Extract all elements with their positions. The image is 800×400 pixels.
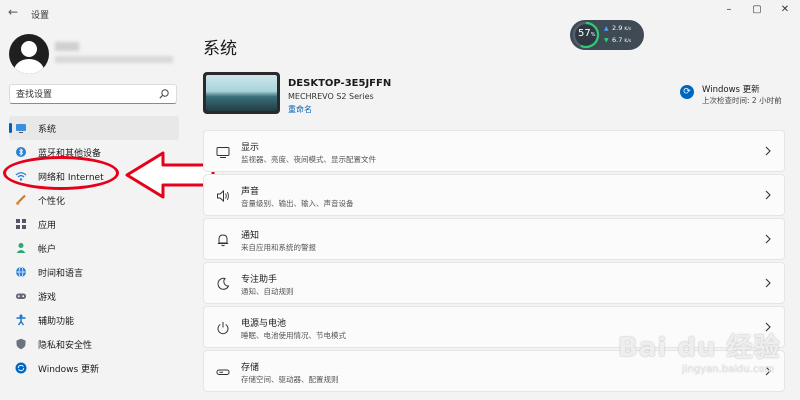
close-button[interactable]: ✕: [778, 4, 792, 16]
globe-icon: [16, 266, 26, 278]
sidebar-item-windows-update[interactable]: Windows 更新: [9, 356, 179, 380]
apps-icon: [16, 219, 26, 229]
bell-icon: [217, 234, 229, 247]
device-thumbnail: [203, 72, 280, 114]
minimize-button[interactable]: –: [722, 4, 736, 16]
annotation-arrow: [125, 151, 215, 199]
display-icon: [216, 147, 230, 158]
card-notifications[interactable]: 通知 来自应用和系统的警报: [203, 218, 785, 260]
sidebar-item-privacy[interactable]: 隐私和安全性: [9, 332, 179, 356]
chevron-right-icon: [765, 190, 771, 200]
user-name-redacted: [55, 42, 79, 51]
sidebar-item-system[interactable]: 系统: [9, 116, 179, 140]
monitor-icon: [16, 124, 26, 133]
search-icon[interactable]: [158, 88, 170, 100]
bluetooth-icon: [16, 147, 26, 157]
chevron-right-icon: [765, 234, 771, 244]
brush-icon: [16, 194, 26, 205]
card-focus-assist[interactable]: 专注助手 通知、自动规则: [203, 262, 785, 304]
back-arrow-icon[interactable]: ←: [8, 6, 20, 18]
maximize-button[interactable]: ▢: [750, 4, 764, 16]
storage-icon: [216, 369, 230, 375]
avatar[interactable]: [9, 34, 49, 74]
rename-link[interactable]: 重命名: [288, 104, 312, 115]
download-speed: ▼ 6.7 K/s: [604, 36, 632, 44]
windows-update-title[interactable]: Windows 更新: [702, 83, 760, 95]
window-title: 设置: [31, 11, 50, 21]
device-model: MECHREVO S2 Series: [288, 92, 374, 101]
page-title: 系统: [203, 39, 237, 59]
chevron-right-icon: [765, 146, 771, 156]
chevron-right-icon: [765, 278, 771, 288]
memory-percent: 57%: [578, 28, 596, 39]
power-icon: [217, 322, 229, 335]
shield-icon: [16, 338, 26, 350]
search-box[interactable]: [9, 84, 177, 104]
windows-update-icon[interactable]: ⟳: [680, 85, 694, 99]
sidebar-item-gaming[interactable]: 游戏: [9, 284, 179, 308]
search-input[interactable]: [16, 88, 156, 101]
speaker-icon: [217, 189, 229, 203]
windows-update-subtitle: 上次检查时间: 2 小时前: [702, 96, 782, 105]
sidebar-item-accessibility[interactable]: 辅助功能: [9, 308, 179, 332]
person-icon: [16, 243, 26, 253]
speed-widget[interactable]: 57% ▲ 2.9 K/s ▼ 6.7 K/s: [570, 20, 644, 50]
baidu-watermark-url: jingyan.baidu.com: [682, 364, 775, 375]
moon-icon: [217, 277, 230, 290]
user-email-redacted: [55, 56, 173, 63]
device-name: DESKTOP-3E5JFFN: [288, 78, 392, 89]
title-bar: ← 设置 – ▢ ✕: [0, 0, 800, 28]
upload-speed: ▲ 2.9 K/s: [604, 24, 632, 32]
update-icon: [15, 362, 27, 374]
baidu-watermark-logo: Bai du 经验: [618, 333, 781, 363]
sidebar-item-accounts[interactable]: 帐户: [9, 236, 179, 260]
sidebar-item-time-language[interactable]: 时间和语言: [9, 260, 179, 284]
sidebar-item-apps[interactable]: 应用: [9, 212, 179, 236]
card-sound[interactable]: 声音 音量级别、输出、输入、声音设备: [203, 174, 785, 216]
gamepad-icon: [16, 293, 26, 299]
accessibility-icon: [16, 314, 26, 326]
annotation-ellipse: [3, 156, 119, 190]
card-display[interactable]: 显示 监视器、亮度、夜间模式、显示配置文件: [203, 130, 785, 172]
